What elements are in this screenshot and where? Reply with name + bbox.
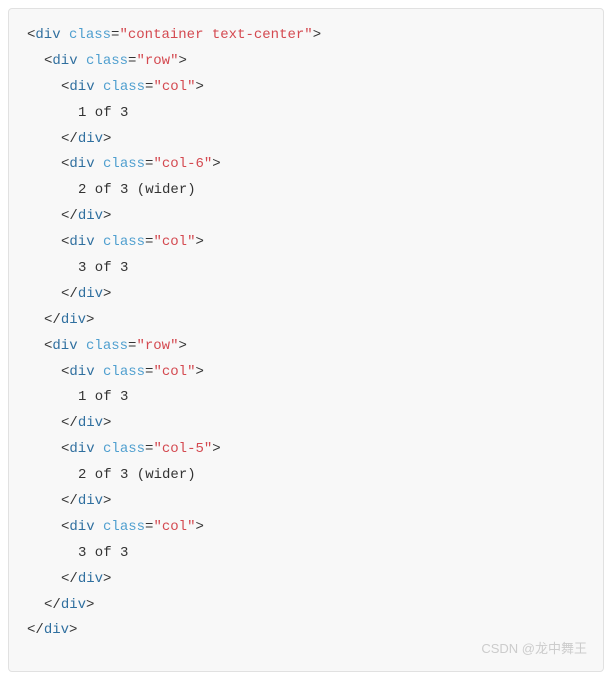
code-line-close-col-2-1: </div> (27, 411, 585, 437)
code-line-open-col-1-1: <div class="col"> (27, 75, 585, 101)
code-line-open-col-2-1: <div class="col"> (27, 360, 585, 386)
code-line-text-2-1: 1 of 3 (27, 385, 585, 411)
code-line-text-1-3: 3 of 3 (27, 256, 585, 282)
code-line-text-1-1: 1 of 3 (27, 101, 585, 127)
code-line-text-2-2: 2 of 3 (wider) (27, 463, 585, 489)
code-line-close-row-1: </div> (27, 308, 585, 334)
code-line-open-row-2: <div class="row"> (27, 334, 585, 360)
code-line-open-col-2-2: <div class="col-5"> (27, 437, 585, 463)
code-line-close-row-2: </div> (27, 593, 585, 619)
code-line-close-col-2-2: </div> (27, 489, 585, 515)
watermark: CSDN @龙中舞王 (481, 637, 587, 661)
code-line-open-col-1-3: <div class="col"> (27, 230, 585, 256)
code-line-text-1-2: 2 of 3 (wider) (27, 178, 585, 204)
code-line-open-col-2-3: <div class="col"> (27, 515, 585, 541)
code-line-open-row-1: <div class="row"> (27, 49, 585, 75)
code-line-close-col-1-1: </div> (27, 127, 585, 153)
code-line-text-2-3: 3 of 3 (27, 541, 585, 567)
code-line-close-col-2-3: </div> (27, 567, 585, 593)
code-line-close-col-1-3: </div> (27, 282, 585, 308)
code-block: <div class="container text-center"> <div… (8, 8, 604, 672)
code-line-close-col-1-2: </div> (27, 204, 585, 230)
code-line-open-col-1-2: <div class="col-6"> (27, 152, 585, 178)
code-line-open-container: <div class="container text-center"> (27, 23, 585, 49)
